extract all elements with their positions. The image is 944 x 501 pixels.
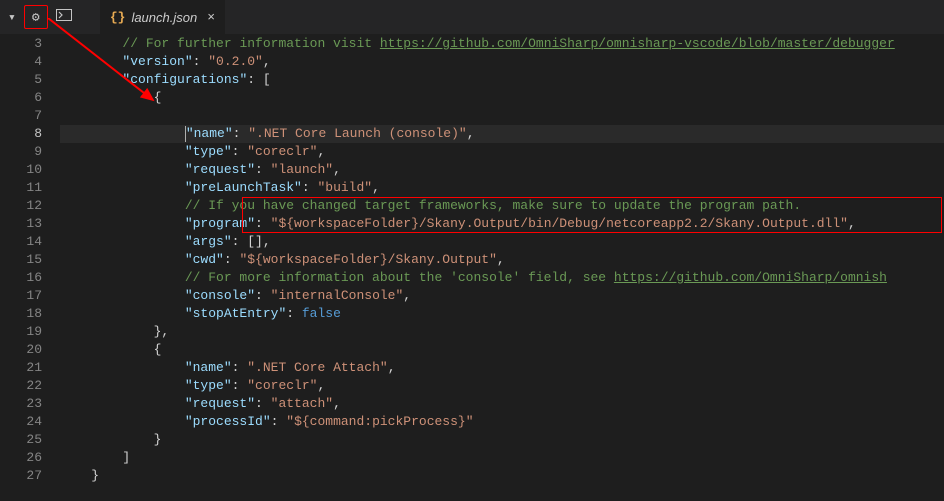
dropdown-icon[interactable]: ▾ (8, 10, 16, 25)
code-line: ] (60, 449, 944, 467)
code-line: "console": "internalConsole", (60, 287, 944, 305)
code-line: { (60, 341, 944, 359)
tab-launch-json[interactable]: {} launch.json × (100, 0, 225, 35)
code-line: } (60, 467, 944, 485)
code-line: "request": "launch", (60, 161, 944, 179)
gear-icon[interactable]: ⚙ (32, 10, 40, 25)
code-line: "version": "0.2.0", (60, 53, 944, 71)
code-line (60, 107, 944, 125)
code-line: "type": "coreclr", (60, 143, 944, 161)
top-bar: ▾ ⚙ {} launch.json × (0, 0, 944, 35)
gutter: 3 4 5 6 7 8 9 10 11 12 13 14 15 16 17 18… (0, 35, 60, 501)
toolbar-buttons: ▾ ⚙ (0, 5, 80, 29)
code-line: "program": "${workspaceFolder}/Skany.Out… (60, 215, 944, 233)
code-line: "request": "attach", (60, 395, 944, 413)
gear-highlight-box: ⚙ (24, 5, 48, 29)
code-line: }, (60, 323, 944, 341)
code-line: { (60, 89, 944, 107)
code-line: "stopAtEntry": false (60, 305, 944, 323)
code-line: "configurations": [ (60, 71, 944, 89)
code-line: "args": [], (60, 233, 944, 251)
json-file-icon: {} (110, 10, 126, 25)
tab-title: launch.json (131, 10, 197, 25)
code-line: } (60, 431, 944, 449)
close-icon[interactable]: × (207, 10, 215, 25)
code-line: // For further information visit https:/… (60, 35, 944, 53)
console-icon[interactable] (56, 9, 72, 25)
code-line: "processId": "${command:pickProcess}" (60, 413, 944, 431)
code-line: "name": ".NET Core Attach", (60, 359, 944, 377)
code-line-current: "name": ".NET Core Launch (console)", (60, 125, 944, 143)
code-line: // If you have changed target frameworks… (60, 197, 944, 215)
editor[interactable]: 3 4 5 6 7 8 9 10 11 12 13 14 15 16 17 18… (0, 35, 944, 501)
code-line: "preLaunchTask": "build", (60, 179, 944, 197)
code-line: "type": "coreclr", (60, 377, 944, 395)
code-line: // For more information about the 'conso… (60, 269, 944, 287)
code-line: "cwd": "${workspaceFolder}/Skany.Output"… (60, 251, 944, 269)
code-area[interactable]: // For further information visit https:/… (60, 35, 944, 501)
